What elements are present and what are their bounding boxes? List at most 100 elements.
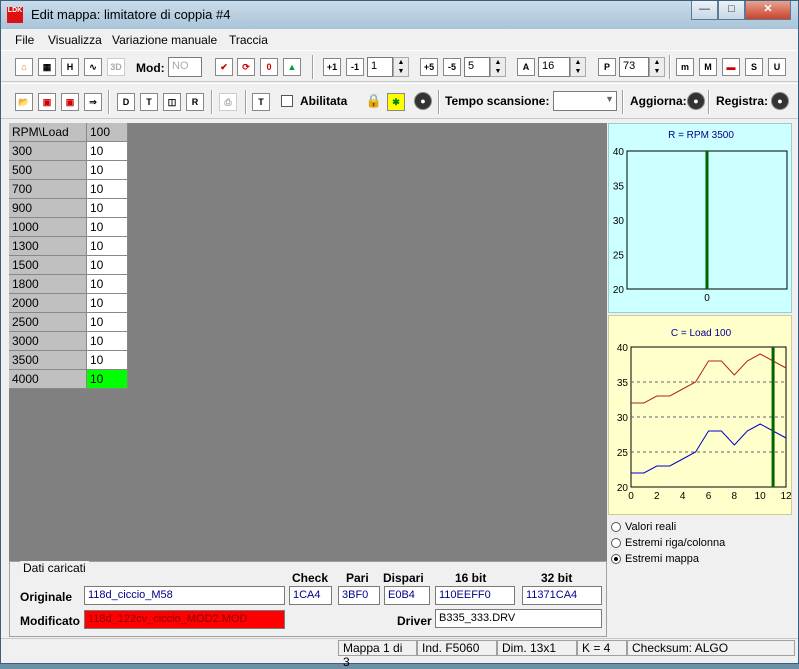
menu-file[interactable]: File	[15, 33, 34, 47]
record-dot-icon[interactable]: ●	[414, 92, 432, 110]
title-bar[interactable]: LDK Edit mappa: limitatore di coppia #4 …	[1, 1, 798, 29]
plus5-icon[interactable]: +5	[420, 58, 438, 76]
print-icon[interactable]: ⎙	[219, 93, 237, 111]
grid-row-header[interactable]: 900	[9, 199, 87, 218]
radio-estremi-riga-colonna[interactable]: Estremi riga/colonna	[611, 537, 725, 549]
gradient-icon[interactable]: ▬	[722, 58, 740, 76]
plus1-icon[interactable]: +1	[323, 58, 341, 76]
s-icon[interactable]: S	[745, 58, 763, 76]
dispari-field[interactable]: E0B4	[384, 586, 430, 605]
grid-cell[interactable]: 10	[87, 142, 128, 161]
minus5-icon[interactable]: -5	[443, 58, 461, 76]
x-tick-label: 8	[732, 491, 738, 502]
grid-cell[interactable]: 10	[87, 161, 128, 180]
radio-dot	[611, 538, 621, 549]
h-icon[interactable]: H	[61, 58, 79, 76]
grid-cell-selected[interactable]: 10	[87, 370, 128, 389]
grid-row-header[interactable]: 2000	[9, 294, 87, 313]
grid-cell[interactable]: 10	[87, 180, 128, 199]
radio-valori-reali[interactable]: Valori reali	[611, 521, 676, 533]
m-icon[interactable]: M	[699, 58, 717, 76]
menu-traccia[interactable]: Traccia	[229, 33, 268, 47]
map-grid[interactable]: RPM\Load 100 300 10 500 10 700 10 900 10 1000 10 1…	[9, 123, 607, 561]
save-icon[interactable]: ▣	[38, 93, 56, 111]
check-field[interactable]: 1CA4	[289, 586, 332, 605]
maximize-button[interactable]: □	[718, 1, 745, 20]
grid-cell[interactable]: 10	[87, 199, 128, 218]
open-folder-icon[interactable]: 📂	[15, 93, 33, 111]
check-icon[interactable]: ✔	[215, 58, 233, 76]
a-icon[interactable]: A	[517, 58, 535, 76]
u-icon[interactable]: U	[768, 58, 786, 76]
columns-icon[interactable]: ◫	[163, 93, 181, 111]
chart-load: 40 35 30 25 200 2 4 6 8 10 12	[617, 343, 791, 502]
chart-rpm-title: R = RPM 3500	[668, 130, 734, 141]
mod-field[interactable]: NO	[168, 57, 202, 77]
p-field[interactable]: 73	[619, 57, 649, 77]
abilitata-checkbox[interactable]	[281, 95, 293, 107]
d-icon[interactable]: D	[117, 93, 135, 111]
p-icon[interactable]: P	[598, 58, 616, 76]
minus1-icon[interactable]: -1	[346, 58, 364, 76]
registra-icon[interactable]: ●	[771, 92, 789, 110]
graph-icon[interactable]: ∿	[84, 58, 102, 76]
grid-cell[interactable]: 10	[87, 351, 128, 370]
grid-cell[interactable]: 10	[87, 237, 128, 256]
windows-icon[interactable]: ▦	[38, 58, 56, 76]
a-spinner[interactable]: ▲ ▼	[570, 57, 586, 77]
step5-field[interactable]: 5	[464, 57, 490, 77]
export-icon[interactable]: ⇒	[84, 93, 102, 111]
x-tick-label: 2	[654, 491, 660, 502]
t-icon[interactable]: T	[140, 93, 158, 111]
originale-field[interactable]: 118d_ciccio_M58	[84, 586, 285, 605]
minimize-button[interactable]: —	[691, 1, 718, 20]
p-spinner[interactable]: ▲ ▼	[649, 57, 665, 77]
grid-row-header[interactable]: 300	[9, 142, 87, 161]
grid-cell[interactable]: 10	[87, 313, 128, 332]
step5-spinner[interactable]: ▲ ▼	[490, 57, 506, 77]
t-toggle-icon[interactable]: T	[252, 93, 270, 111]
grid-cell[interactable]: 10	[87, 275, 128, 294]
run-icon[interactable]: ✱	[387, 93, 405, 111]
step1-field[interactable]: 1	[367, 57, 393, 77]
driver-field[interactable]: B335_333.DRV	[435, 609, 602, 628]
menu-variazione-manuale[interactable]: Variazione manuale	[112, 33, 217, 47]
r-icon[interactable]: R	[186, 93, 204, 111]
grid-row-header[interactable]: 3500	[9, 351, 87, 370]
bit16-field[interactable]: 110EEFF0	[435, 586, 515, 605]
grid-cell[interactable]: 10	[87, 256, 128, 275]
a-field[interactable]: 16	[538, 57, 570, 77]
close-button[interactable]: ✕	[745, 1, 791, 20]
grid-row-header[interactable]: 4000	[9, 370, 87, 389]
bit32-field[interactable]: 11371CA4	[522, 586, 602, 605]
radio-estremi-mappa[interactable]: Estremi mappa	[611, 553, 699, 565]
step1-spinner[interactable]: ▲ ▼	[393, 57, 409, 77]
grid-row-header[interactable]: 2500	[9, 313, 87, 332]
grid-row-header[interactable]: 1500	[9, 256, 87, 275]
grid-row-header[interactable]: 1000	[9, 218, 87, 237]
modificato-field[interactable]: 118d_122cv_ciccio_MOD2.MOD	[84, 610, 285, 629]
shapes-icon[interactable]: ▲	[283, 58, 301, 76]
tempo-scansione-select[interactable]: ▼	[553, 91, 617, 111]
grid-row-header[interactable]: 700	[9, 180, 87, 199]
m-small-icon[interactable]: m	[676, 58, 694, 76]
pari-field[interactable]: 3BF0	[338, 586, 380, 605]
lock-icon[interactable]: 🔒	[365, 93, 383, 111]
grid-row-header[interactable]: 1800	[9, 275, 87, 294]
grid-row-header[interactable]: 3000	[9, 332, 87, 351]
grid-cell[interactable]: 10	[87, 218, 128, 237]
reset-icon[interactable]: 0	[260, 58, 278, 76]
grid-col-header[interactable]: 100	[87, 123, 128, 142]
grid-cell[interactable]: 10	[87, 332, 128, 351]
grid-row-header[interactable]: 500	[9, 161, 87, 180]
3d-icon[interactable]: 3D	[107, 58, 125, 76]
home-icon[interactable]: ⌂	[15, 58, 33, 76]
save-as-icon[interactable]: ▣	[61, 93, 79, 111]
y-tick-label: 30	[613, 216, 625, 227]
menu-visualizza[interactable]: Visualizza	[48, 33, 102, 47]
x-tick-label: 0	[628, 491, 634, 502]
aggiorna-icon[interactable]: ●	[687, 92, 705, 110]
refresh-icon[interactable]: ⟳	[237, 58, 255, 76]
grid-row-header[interactable]: 1300	[9, 237, 87, 256]
grid-cell[interactable]: 10	[87, 294, 128, 313]
